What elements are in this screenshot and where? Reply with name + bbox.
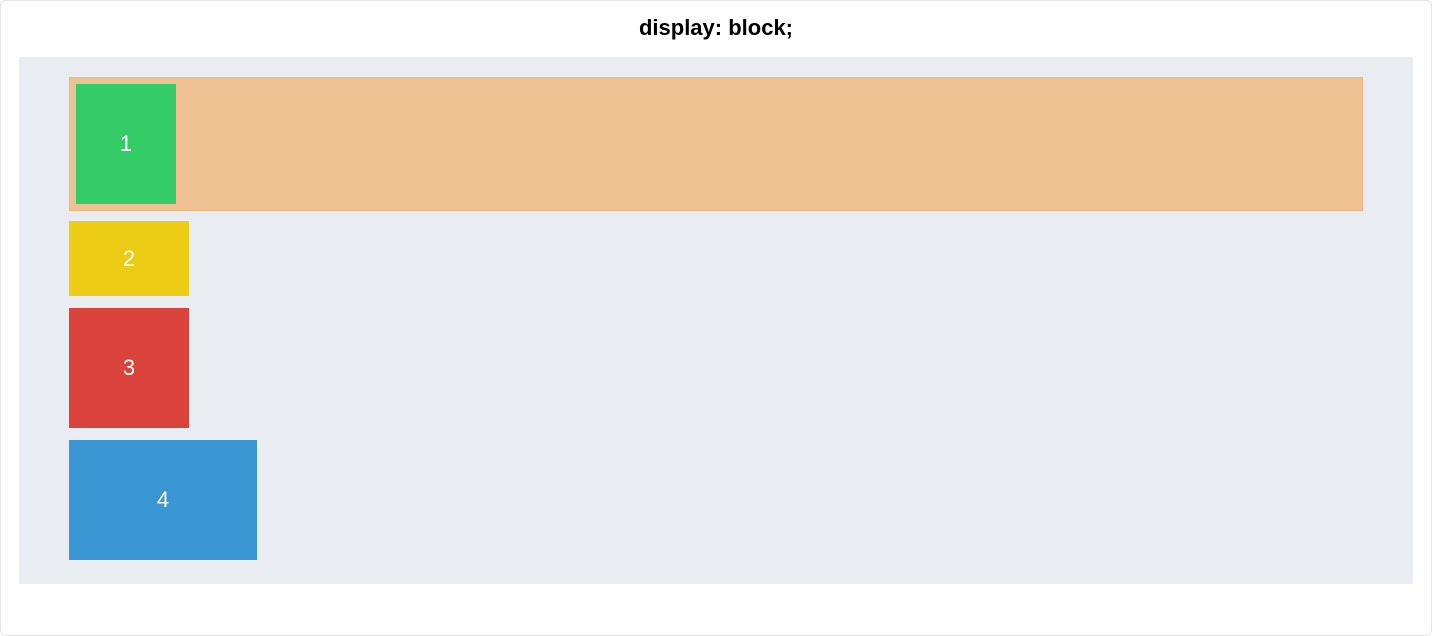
box-3: 3	[69, 308, 189, 428]
box-4: 4	[69, 440, 257, 560]
demo-panel: 1 2 3 4	[19, 57, 1413, 584]
diagram-title: display: block;	[1, 1, 1431, 57]
block-highlight-row: 1	[69, 77, 1363, 211]
box-1: 1	[76, 84, 176, 204]
box-2: 2	[69, 221, 189, 296]
